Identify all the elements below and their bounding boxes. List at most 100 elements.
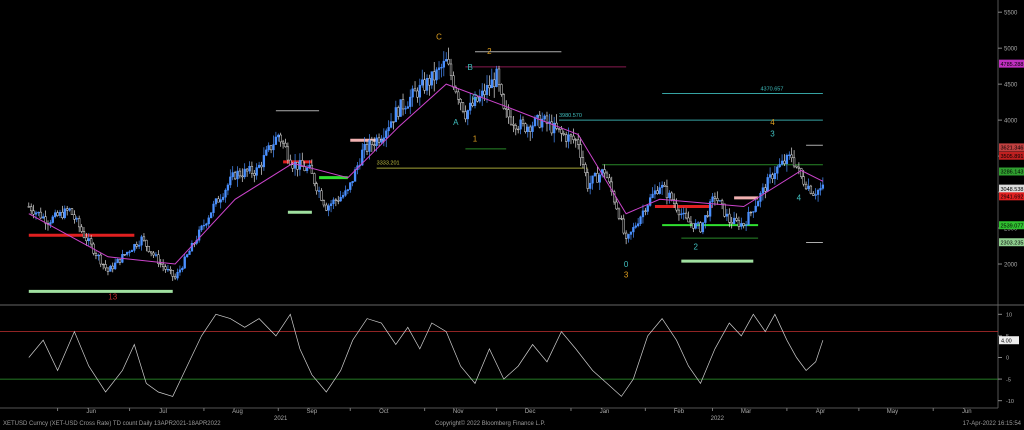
candle-body: [281, 141, 285, 144]
candle-body: [730, 222, 733, 224]
candle-body: [728, 213, 731, 223]
wave-label: B: [468, 63, 473, 72]
candle-body: [397, 107, 400, 117]
wave-label: 3: [624, 271, 629, 280]
month-label: Apr: [816, 409, 825, 415]
candle-body: [720, 200, 724, 205]
candle-body: [128, 251, 131, 253]
candle-body: [375, 137, 378, 146]
candle-body: [692, 223, 695, 229]
candle-body: [505, 108, 508, 110]
candle-body: [615, 201, 618, 210]
candle-body: [188, 250, 191, 255]
candle-body: [485, 85, 489, 95]
candle-body: [73, 214, 76, 220]
candle-body: [219, 199, 222, 203]
wave-label: 0: [624, 260, 629, 269]
candle-body: [694, 222, 697, 229]
candle-body: [368, 140, 371, 152]
candle-body: [149, 251, 153, 254]
candle-body: [337, 200, 340, 202]
month-label: Nov: [453, 409, 464, 415]
price-tag: 3286.143: [999, 167, 1024, 176]
price-tag: 2941.692: [999, 192, 1024, 201]
candle-body: [814, 194, 817, 196]
candle-body: [531, 125, 534, 132]
candle-body: [749, 211, 753, 214]
candle-body: [562, 133, 565, 135]
candle-body: [418, 84, 421, 98]
candle-body: [797, 166, 801, 169]
candle-body: [125, 251, 129, 255]
candle-body: [284, 142, 287, 148]
candle-body: [102, 263, 105, 266]
candle-body: [507, 109, 510, 118]
candle-body: [447, 59, 450, 65]
candle-body: [752, 211, 755, 213]
candle-body: [404, 108, 407, 110]
candle-body: [529, 126, 532, 132]
candle-body: [469, 102, 472, 111]
candle-body: [802, 176, 805, 185]
candle-body: [176, 271, 179, 279]
candle-body: [764, 187, 767, 192]
candle-body: [677, 209, 681, 216]
candle-body: [517, 128, 520, 131]
candle-body: [550, 121, 553, 134]
month-label: Dec: [525, 409, 536, 415]
wave-label: 3: [770, 130, 775, 139]
candle-body: [37, 211, 40, 214]
candle-body: [572, 135, 575, 140]
osc-tick-label: -5: [1006, 377, 1011, 383]
candle-body: [130, 250, 134, 253]
wave-label: 4: [797, 194, 802, 203]
candle-body: [313, 173, 316, 184]
candle-body: [569, 134, 573, 137]
candle-body: [66, 208, 69, 211]
candle-body: [651, 193, 654, 198]
candle-body: [670, 192, 673, 200]
price-tag-label: 4785.288: [1001, 62, 1024, 68]
candle-body: [627, 234, 630, 239]
candle-body: [147, 246, 150, 252]
candle-body: [27, 206, 30, 208]
candle-body: [387, 127, 390, 132]
month-label: Aug: [232, 409, 243, 415]
candle-body: [380, 139, 383, 143]
price-tag-label: 2303.235: [1001, 240, 1024, 246]
candle-body: [445, 59, 448, 62]
candle-body: [389, 121, 393, 128]
candle-body: [521, 119, 525, 124]
candle-body: [377, 137, 381, 143]
candle-body: [622, 218, 625, 234]
candle-body: [567, 134, 570, 142]
candle-body: [291, 164, 294, 169]
candle-body: [766, 177, 769, 192]
candle-body: [344, 190, 347, 196]
candle-body: [768, 174, 772, 178]
candle-body: [334, 199, 338, 201]
wave-label: 1: [473, 135, 478, 144]
candle-body: [85, 237, 88, 242]
candle-body: [723, 203, 726, 217]
candle-body: [327, 205, 330, 211]
price-tag: 2303.235: [999, 238, 1024, 246]
candle-body: [303, 166, 306, 171]
candle-body: [238, 170, 242, 177]
month-label: Jan: [600, 409, 610, 415]
candle-body: [634, 225, 637, 228]
candle-body: [807, 185, 810, 190]
candle-body: [329, 203, 333, 207]
candle-body: [42, 216, 45, 219]
candle-body: [771, 174, 774, 180]
month-label: Sep: [307, 409, 318, 415]
candle-body: [106, 267, 110, 272]
candle-body: [257, 164, 261, 168]
candle-body: [164, 266, 167, 270]
candle-body: [382, 137, 385, 141]
candle-body: [665, 186, 669, 199]
price-tag-label: 2941.692: [1001, 195, 1024, 201]
candle-body: [716, 198, 719, 201]
candle-body: [255, 167, 258, 176]
candle-body: [30, 206, 33, 212]
